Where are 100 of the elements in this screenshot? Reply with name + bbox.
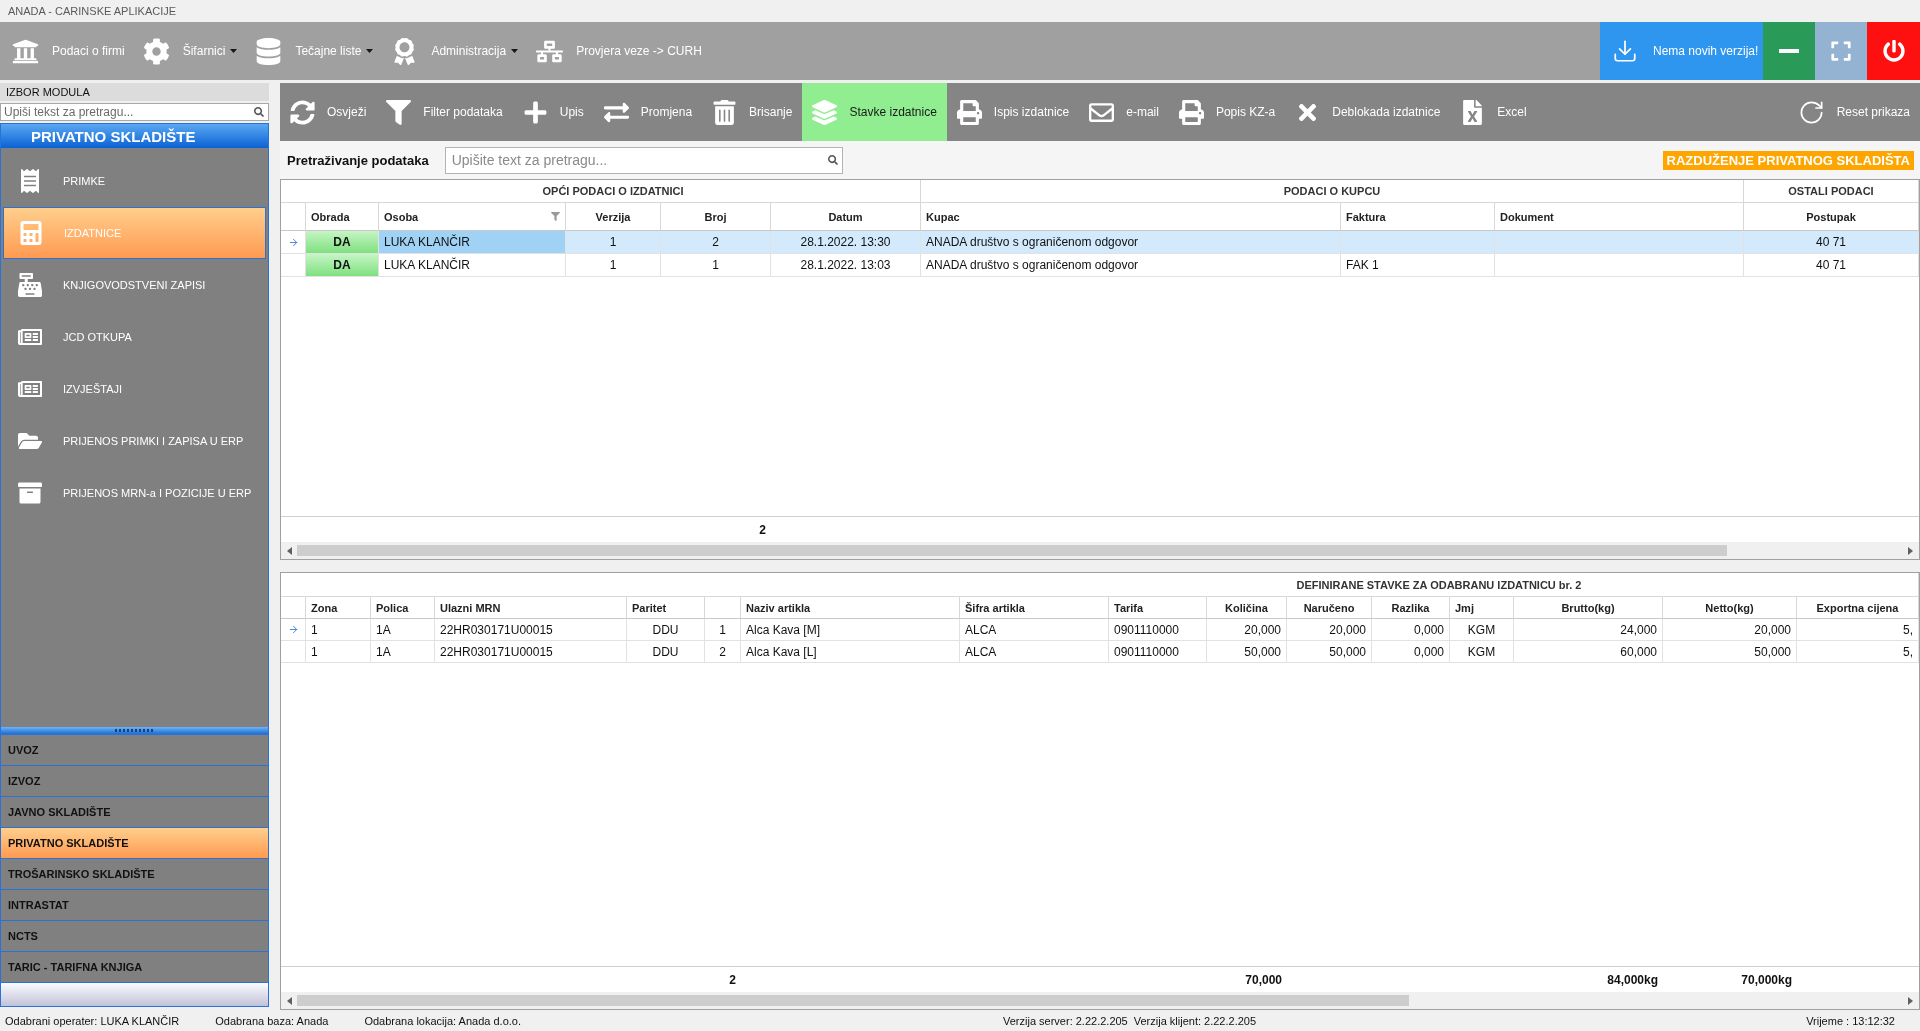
- status-text: Odabrani operater: LUKA KLANČIR: [5, 1015, 180, 1027]
- left-arrow-icon: [287, 996, 292, 1005]
- table-cell: 1: [306, 641, 371, 663]
- menu-item[interactable]: Šifarnici: [133, 22, 247, 80]
- toolbar-button[interactable]: Filter podataka: [376, 83, 513, 141]
- table-cell: 1: [661, 254, 771, 277]
- menu-item[interactable]: Administracija: [382, 22, 528, 80]
- table-cell: 60,000: [1514, 641, 1663, 663]
- status-text: Odabrana baza: Anada: [215, 1015, 329, 1027]
- power-button[interactable]: [1867, 22, 1920, 80]
- calculator-icon: [19, 221, 43, 245]
- search-icon: [827, 155, 838, 165]
- update-button[interactable]: Nema novih verzija!: [1600, 22, 1763, 80]
- search-icon: [254, 107, 264, 117]
- table-cell: ALCA: [960, 641, 1109, 663]
- group-header: PODACI O KUPCU: [921, 180, 1744, 203]
- toolbar-button[interactable]: Upis: [512, 83, 594, 141]
- status-cell: DA: [306, 231, 379, 254]
- status-cell: DA: [306, 254, 379, 277]
- toolbar-button[interactable]: Ispis izdatnice: [946, 83, 1080, 141]
- table-cell: 5,: [1797, 641, 1919, 663]
- table-row[interactable]: 1 1A 22HR030171U00015 DDU 2 Alca Kava [L] ALCA 0901110000 50,000 50,000 0,000 KGM 60,000 50,000 5,: [281, 641, 1919, 663]
- horizontal-scrollbar[interactable]: [281, 992, 1919, 1009]
- table-cell: ANADA društvo s ograničenom odgovor: [921, 254, 1341, 277]
- scrollbar-thumb[interactable]: [297, 545, 1727, 556]
- sidebar-item[interactable]: PRIJENOS MRN-a I POZICIJE U ERP: [1, 467, 268, 519]
- expand-icon: [1830, 40, 1852, 62]
- status-text: Verzija server: 2.22.2.205: [1003, 1015, 1128, 1027]
- table-cell: KGM: [1450, 641, 1514, 663]
- group-header: OSTALI PODACI: [1744, 180, 1919, 203]
- bank-icon: [12, 37, 39, 65]
- sidebar-item[interactable]: PRIMKE: [1, 155, 268, 207]
- table-cell: DDU: [627, 641, 705, 663]
- table-row[interactable]: 1 1A 22HR030171U00015 DDU 1 Alca Kava [M] ALCA 0901110000 20,000 20,000 0,000 KGM 24,000 20,000 5,: [281, 619, 1919, 641]
- table-cell: Alca Kava [L]: [741, 641, 960, 663]
- window-title: ANADA - CARINSKE APLIKACIJE: [8, 5, 177, 17]
- module-title: PRIVATNO SKLADIŠTE: [1, 124, 268, 148]
- toolbar-button[interactable]: Stavke izdatnice: [802, 83, 947, 141]
- database-icon: [255, 37, 283, 65]
- maximize-button[interactable]: [1815, 22, 1867, 80]
- sidebar-item[interactable]: PRIJENOS PRIMKI I ZAPISA U ERP: [1, 415, 268, 467]
- power-icon: [1882, 40, 1905, 62]
- table-row[interactable]: DA LUKA KLANČIR 1 1 28.1.2022. 13:03 ANADA društvo s ograničenom odgovor FAK 1 40 71: [281, 254, 1919, 277]
- panel-title: IZBOR MODULA: [0, 83, 269, 101]
- arrow-icon: [287, 236, 299, 248]
- filter-icon: [386, 99, 412, 125]
- table-cell: 50,000: [1207, 641, 1287, 663]
- toolbar-button[interactable]: Reset prikaza: [1787, 83, 1920, 141]
- column-total: 2: [728, 971, 737, 989]
- minimize-button[interactable]: [1763, 22, 1815, 80]
- menu-item[interactable]: Provjera veze -> CURH: [527, 22, 711, 80]
- toolbar-button[interactable]: Osvježi: [280, 83, 377, 141]
- right-arrow-icon: [1908, 996, 1913, 1005]
- toolbar-button[interactable]: e-mail: [1079, 83, 1169, 141]
- sidebar-item[interactable]: KNJIGOVODSTVENI ZAPISI: [1, 259, 268, 311]
- splitter-bar[interactable]: [1, 727, 268, 734]
- cash-register-icon: [18, 273, 42, 297]
- toolbar-button[interactable]: Popis KZ-a: [1168, 83, 1286, 141]
- left-arrow-icon: [287, 546, 292, 555]
- column-total: 84,000kg: [1606, 971, 1659, 989]
- scrollbar-thumb[interactable]: [297, 995, 1409, 1006]
- refresh-icon: [290, 99, 315, 125]
- sidebar-item[interactable]: JCD OTKUPA: [1, 311, 268, 363]
- receipt-icon: [18, 169, 42, 193]
- column-total: 70,000: [1244, 971, 1283, 989]
- printer-icon: [956, 99, 982, 125]
- grip-icon: [114, 729, 155, 732]
- menu-item[interactable]: Tečajne liste: [246, 22, 383, 80]
- table-cell: LUKA KLANČIR: [379, 231, 566, 254]
- plus-icon: [522, 99, 548, 125]
- status-text: Vrijeme : 13:12:32: [1806, 1015, 1895, 1027]
- group-header: DEFINIRANE STAVKE ZA ODABRANU IZDATNICU br. 2: [960, 573, 1919, 597]
- table-cell: 50,000: [1287, 641, 1372, 663]
- right-arrow-icon: [1908, 546, 1913, 555]
- table-cell: FAK 1: [1341, 254, 1495, 277]
- sidebar-item[interactable]: IZVJEŠTAJI: [1, 363, 268, 415]
- search-label: Pretraživanje podataka: [287, 152, 429, 168]
- menu-item[interactable]: Podaci o firmi: [3, 22, 134, 80]
- layers-icon: [812, 99, 838, 125]
- toolbar-button[interactable]: Deblokada izdatnice: [1285, 83, 1451, 141]
- printer-icon: [1178, 99, 1204, 125]
- table-cell: 0,000: [1372, 641, 1450, 663]
- trash-icon: [712, 99, 738, 125]
- horizontal-scrollbar[interactable]: [281, 542, 1919, 559]
- table-cell: 50,000: [1663, 641, 1797, 663]
- table-row[interactable]: DA LUKA KLANČIR 1 2 28.1.2022. 13:30 ANADA društvo s ograničenom odgovor 40 71: [281, 231, 1919, 254]
- toolbar-button[interactable]: Brisanje: [702, 83, 803, 141]
- table-cell: 1A: [371, 641, 435, 663]
- status-text: Verzija klijent: 2.22.2.205: [1133, 1015, 1257, 1027]
- module-button[interactable]: PRIVATNO SKLADIŠTE: [1, 827, 268, 858]
- status-text: Odabrana lokacija: Anada d.o.o.: [364, 1015, 521, 1027]
- search-field[interactable]: Upišite text za pretragu...: [444, 146, 843, 174]
- search-field[interactable]: Upiši tekst za pretragu...: [0, 103, 269, 121]
- table-cell: 28.1.2022. 13:03: [771, 254, 921, 277]
- table-cell: 2: [705, 641, 741, 663]
- toolbar-button[interactable]: Excel: [1450, 83, 1537, 141]
- table-cell: LUKA KLANČIR: [379, 254, 566, 277]
- table-cell: 40 71: [1744, 254, 1919, 277]
- column-total: 70,000kg: [1740, 971, 1793, 989]
- toolbar-button[interactable]: Promjena: [593, 83, 703, 141]
